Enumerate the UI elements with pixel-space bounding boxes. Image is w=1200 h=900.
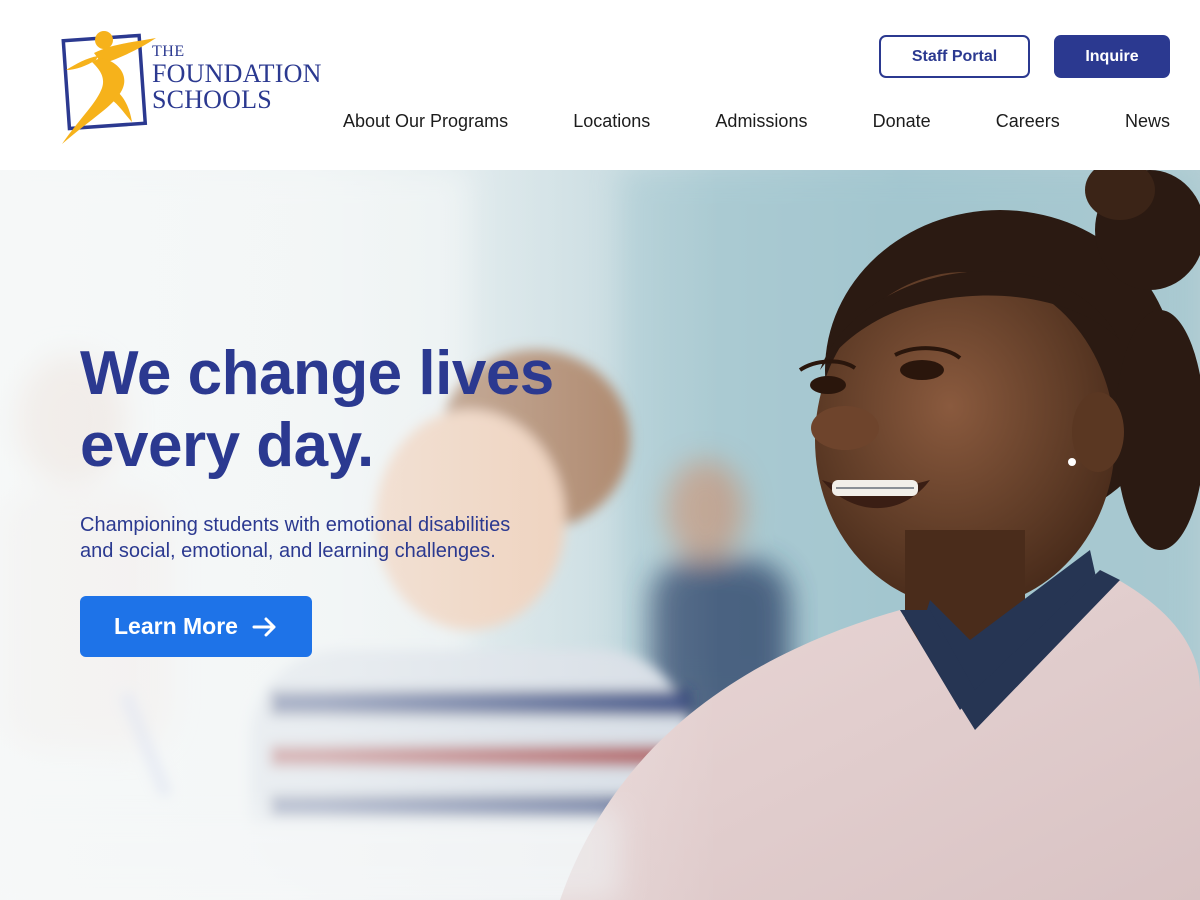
logo-text-the: THE — [152, 43, 185, 60]
nav-item-news[interactable]: News — [1125, 111, 1170, 132]
main-nav: About Our Programs Locations Admissions … — [343, 108, 1170, 134]
hero-subtitle-line-1: Championing students with emotional disa… — [80, 514, 511, 536]
nav-item-about-our-programs[interactable]: About Our Programs — [343, 111, 508, 132]
hero-title: We change lives every day. — [80, 338, 640, 482]
hero-subtitle: Championing students with emotional disa… — [80, 512, 600, 564]
nav-item-donate[interactable]: Donate — [873, 111, 931, 132]
logo-wordmark: THE FOUNDATION SCHOOLS — [152, 44, 322, 113]
inquire-button[interactable]: Inquire — [1054, 35, 1170, 78]
foundation-schools-logo[interactable]: THE FOUNDATION SCHOOLS — [56, 26, 366, 146]
logo-text-foundation: FOUNDATION — [152, 59, 322, 88]
logo-mark-icon — [61, 31, 156, 144]
logo-text-schools: SCHOOLS — [152, 85, 272, 114]
learn-more-label: Learn More — [114, 613, 238, 639]
arrow-right-icon — [252, 617, 278, 637]
nav-item-careers[interactable]: Careers — [996, 111, 1060, 132]
hero-subtitle-line-2: and social, emotional, and learning chal… — [80, 540, 496, 562]
staff-portal-button[interactable]: Staff Portal — [879, 35, 1030, 78]
learn-more-button[interactable]: Learn More — [80, 596, 312, 657]
site-header: THE FOUNDATION SCHOOLS Staff Portal Inqu… — [0, 0, 1200, 170]
hero-title-line-2: every day. — [80, 411, 374, 480]
hero-title-line-1: We change lives — [80, 339, 554, 408]
nav-item-locations[interactable]: Locations — [573, 111, 650, 132]
hero-section: We change lives every day. Championing s… — [0, 170, 1200, 900]
nav-item-admissions[interactable]: Admissions — [715, 111, 807, 132]
